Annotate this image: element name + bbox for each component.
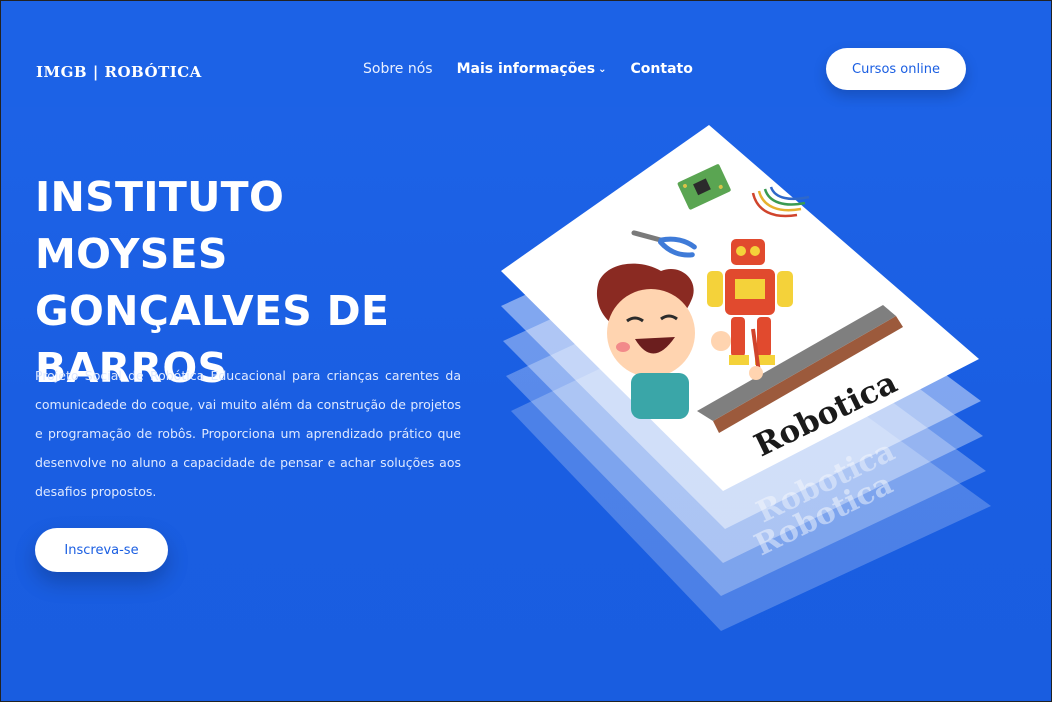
stacked-cards-illustration: Robotica Robotica Robotica: [501, 125, 991, 631]
cursos-online-button[interactable]: Cursos online: [826, 48, 966, 90]
nav-mais-informacoes[interactable]: Mais informações ⌄: [457, 61, 607, 77]
nav-contato[interactable]: Contato: [631, 61, 693, 77]
chevron-down-icon: ⌄: [598, 64, 607, 75]
inscreva-se-button[interactable]: Inscreva-se: [35, 528, 168, 572]
page: IMGB | ROBÓTICA Sobre nós Mais informaçõ…: [0, 0, 1052, 702]
hero-description: Projeto Social de Robótica Educacional p…: [35, 368, 461, 499]
hero-illustration: Robotica Robotica Robotica: [491, 111, 1011, 671]
nav-mais-informacoes-label: Mais informações: [456, 61, 596, 77]
nav-menu: Sobre nós Mais informações ⌄ Contato: [363, 61, 693, 77]
nav-sobre-nos[interactable]: Sobre nós: [363, 61, 433, 77]
navbar: IMGB | ROBÓTICA Sobre nós Mais informaçõ…: [1, 1, 1051, 107]
brand-logo[interactable]: IMGB | ROBÓTICA: [36, 63, 202, 81]
